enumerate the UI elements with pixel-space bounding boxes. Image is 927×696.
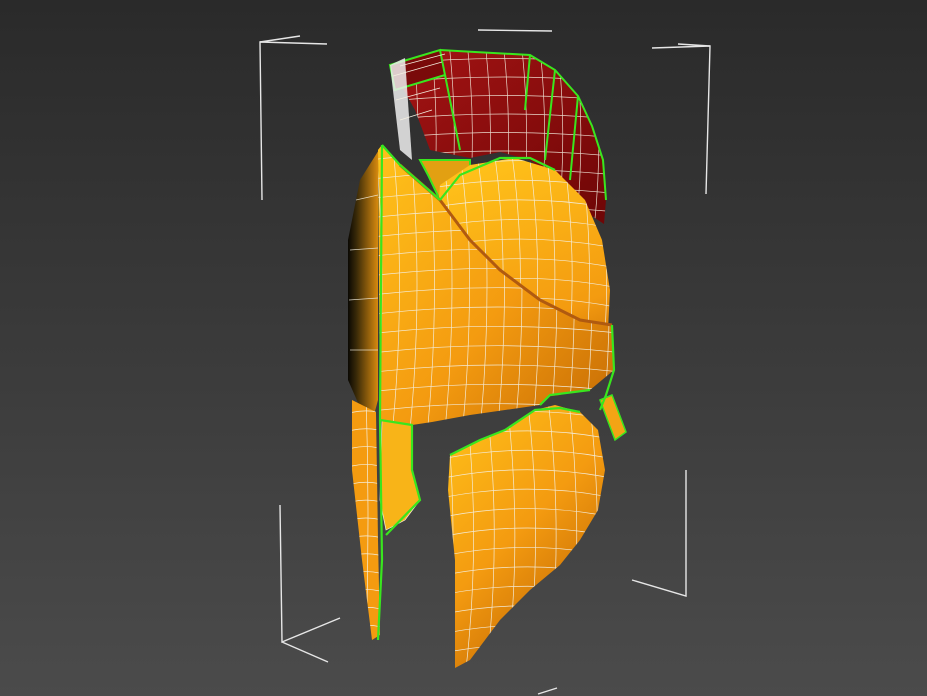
3d-perspective-viewport[interactable] — [0, 0, 927, 696]
bracket-top-center — [477, 29, 553, 32]
viewport-canvas[interactable] — [0, 0, 927, 696]
